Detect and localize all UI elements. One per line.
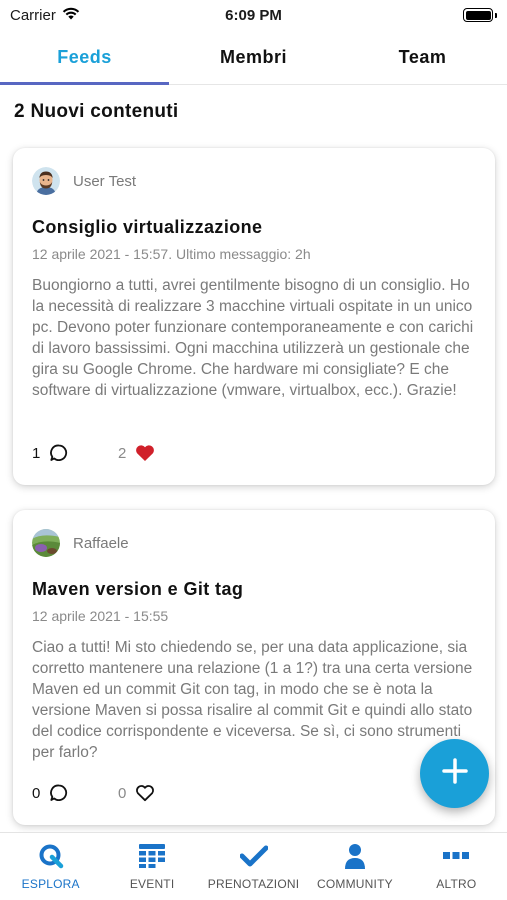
post-author[interactable]: Raffaele xyxy=(32,528,476,558)
comments-button[interactable]: 1 xyxy=(32,443,118,463)
post-stats: 1 2 xyxy=(32,443,155,463)
nav-label: ESPLORA xyxy=(21,877,80,891)
nav-item-community[interactable]: COMMUNITY xyxy=(304,833,405,900)
bottom-nav: ESPLORA EVENTI PRENOTAZIONI COMMUNITY AL… xyxy=(0,832,507,900)
like-button[interactable]: 2 xyxy=(118,444,155,462)
battery-icon xyxy=(463,8,497,22)
post-title[interactable]: Consiglio virtualizzazione xyxy=(32,217,476,238)
nav-label: COMMUNITY xyxy=(317,877,393,891)
likes-count: 0 xyxy=(118,784,127,802)
post-author[interactable]: User Test xyxy=(32,166,476,196)
comments-button[interactable]: 0 xyxy=(32,783,118,803)
nav-item-altro[interactable]: ALTRO xyxy=(406,833,507,900)
nav-item-eventi[interactable]: EVENTI xyxy=(101,833,202,900)
post-title[interactable]: Maven version e Git tag xyxy=(32,579,476,600)
person-icon xyxy=(343,843,367,869)
heart-filled-icon xyxy=(135,444,155,462)
carrier-label: Carrier xyxy=(10,6,56,24)
post-stats: 0 0 xyxy=(32,783,155,803)
wifi-icon xyxy=(62,6,80,24)
post-meta: 12 aprile 2021 - 15:55 xyxy=(32,608,169,624)
new-content-heading: 2 Nuovi contenuti xyxy=(14,101,179,122)
tab-team[interactable]: Team xyxy=(338,30,507,84)
tab-feeds[interactable]: Feeds xyxy=(0,30,169,85)
post-body: Buongiorno a tutti, avrei gentilmente bi… xyxy=(32,277,474,399)
post-meta: 12 aprile 2021 - 15:57. Ultimo messaggio… xyxy=(32,246,311,262)
top-tabs: Feeds Membri Team xyxy=(0,30,507,85)
tab-membri[interactable]: Membri xyxy=(169,30,338,84)
plus-icon xyxy=(441,757,469,790)
nav-item-prenotazioni[interactable]: PRENOTAZIONI xyxy=(203,833,304,900)
author-name[interactable]: Raffaele xyxy=(73,535,129,552)
like-button[interactable]: 0 xyxy=(118,784,155,802)
status-bar: Carrier 6:09 PM xyxy=(0,0,507,30)
nav-label: ALTRO xyxy=(436,877,477,891)
post-body: Ciao a tutti! Mi sto chiedendo se, per u… xyxy=(32,639,473,761)
post-card[interactable]: User Test Consiglio virtualizzazione 12 … xyxy=(13,148,495,485)
author-name[interactable]: User Test xyxy=(73,173,136,190)
comment-icon xyxy=(49,443,69,463)
nav-label: EVENTI xyxy=(129,877,175,891)
comments-count: 0 xyxy=(32,784,41,802)
comments-count: 1 xyxy=(32,444,41,462)
checkmark-icon xyxy=(239,843,268,869)
status-left: Carrier xyxy=(10,6,80,24)
add-post-button[interactable] xyxy=(420,739,489,808)
nav-item-esplora[interactable]: ESPLORA xyxy=(0,833,101,900)
explore-q-icon xyxy=(38,843,64,869)
avatar[interactable] xyxy=(32,167,60,195)
comment-icon xyxy=(49,783,69,803)
likes-count: 2 xyxy=(118,444,127,462)
nav-label: PRENOTAZIONI xyxy=(207,877,300,891)
heart-outline-icon xyxy=(135,784,155,802)
more-dots-icon xyxy=(443,843,470,869)
avatar[interactable] xyxy=(32,529,60,557)
calendar-grid-icon xyxy=(139,843,166,869)
